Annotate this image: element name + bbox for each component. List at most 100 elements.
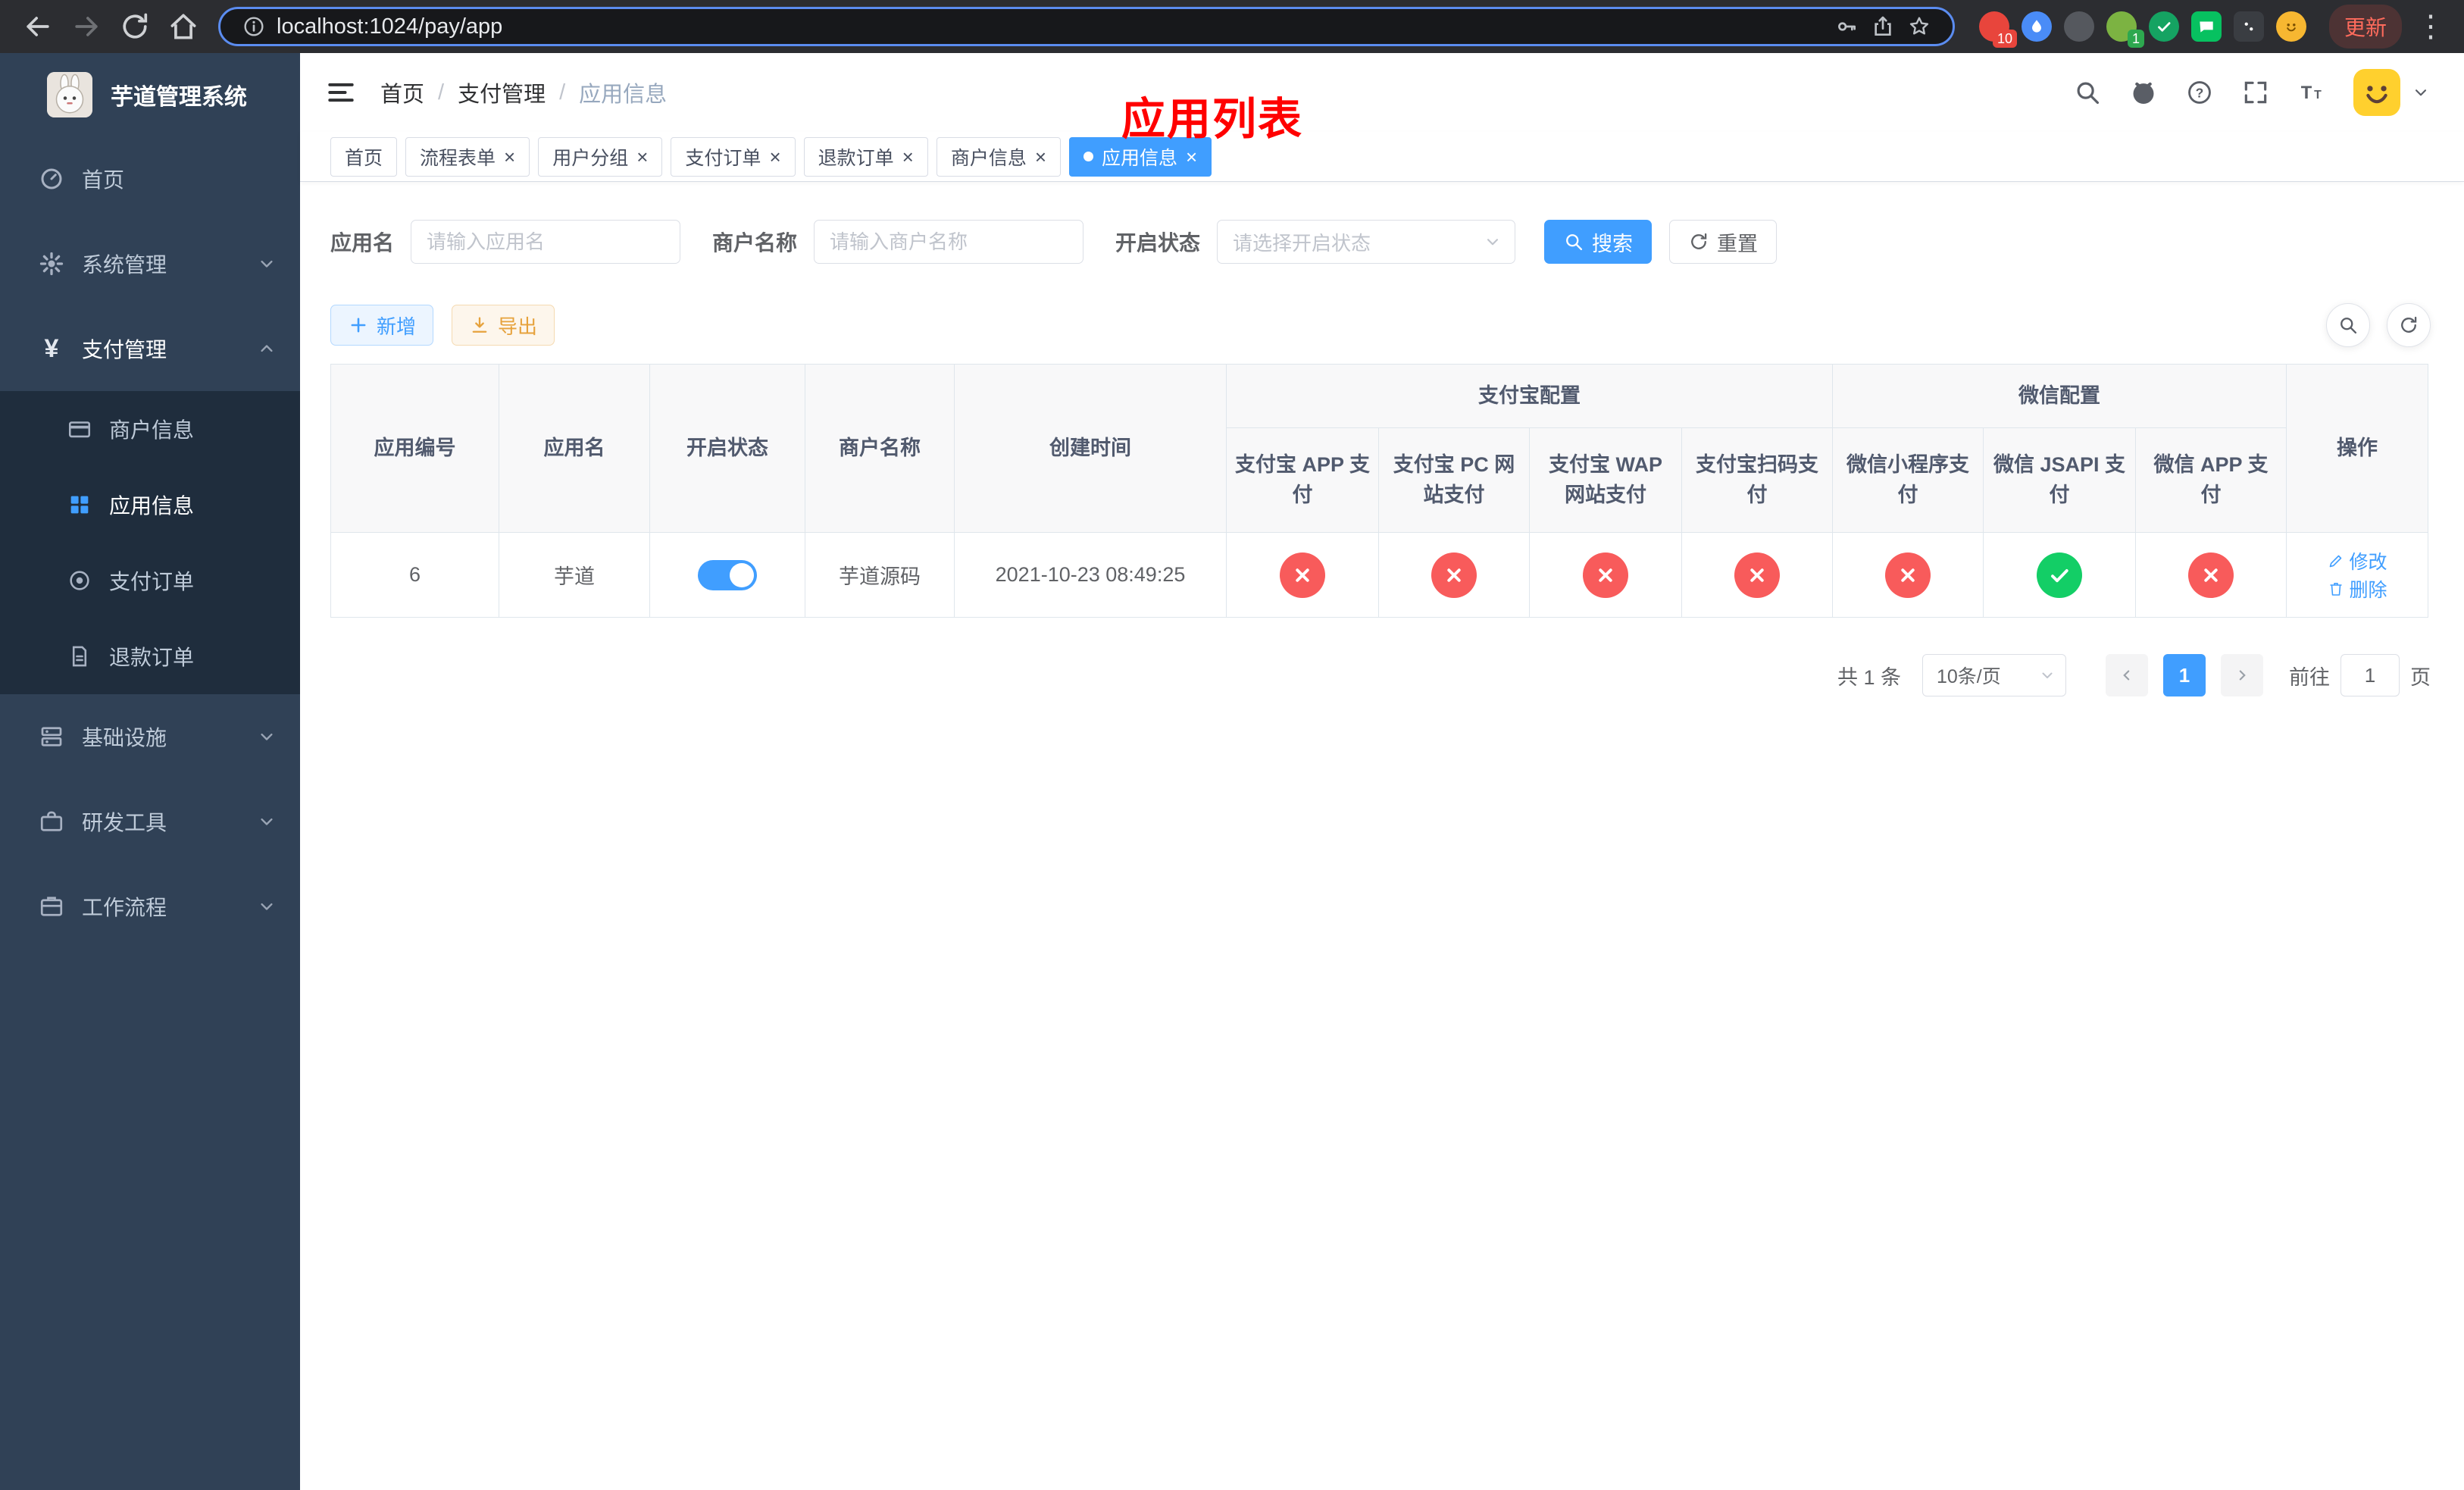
refresh-icon: [1688, 231, 1709, 252]
sidebar-item-app-info[interactable]: 应用信息: [0, 467, 300, 543]
tab-2[interactable]: 用户分组 ×: [538, 136, 663, 177]
close-icon[interactable]: ×: [636, 147, 648, 167]
extension-dark-icon[interactable]: [2063, 11, 2094, 42]
row-actions-cell: 修改 删除: [2286, 532, 2428, 618]
chevron-down-icon[interactable]: [2411, 83, 2431, 102]
tab-4[interactable]: 退款订单 ×: [803, 136, 928, 177]
extension-blue-drop-icon[interactable]: [2021, 11, 2052, 42]
next-page-button[interactable]: [2221, 654, 2263, 696]
browser-forward-icon[interactable]: [70, 10, 103, 43]
sidebar-item-workflow[interactable]: 工作流程: [0, 864, 300, 949]
page-size-select[interactable]: 10条/页: [1922, 654, 2066, 696]
tab-1[interactable]: 流程表单 ×: [405, 136, 530, 177]
extension-green-check-icon[interactable]: [2148, 11, 2179, 42]
page-number-button[interactable]: 1: [2163, 654, 2206, 696]
sidebar-item-label: 商户信息: [109, 418, 195, 442]
extension-red-icon[interactable]: 10: [1978, 11, 2017, 48]
extension-black-pin-icon[interactable]: [2233, 11, 2264, 42]
sidebar-item-infra[interactable]: 基础设施: [0, 694, 300, 779]
sidebar-submenu: 商户信息应用信息支付订单 退款订单: [0, 391, 300, 694]
extension-badge: 10: [1992, 30, 2017, 48]
goto-page-input[interactable]: [2340, 654, 2400, 696]
github-icon[interactable]: [2129, 78, 2158, 107]
status-toggle[interactable]: [698, 559, 757, 590]
table-tools: [2309, 303, 2431, 347]
sidebar-item-refund-order[interactable]: 退款订单: [0, 618, 300, 694]
fullscreen-icon[interactable]: [2241, 78, 2270, 107]
help-icon[interactable]: ?: [2185, 78, 2214, 107]
user-avatar[interactable]: [2353, 69, 2400, 116]
sidebar-item-dev-tools[interactable]: 研发工具: [0, 779, 300, 864]
tabs-bar: 首页 流程表单 × 用户分组 × 支付订单 × 退款订单 × 商户信息 × 应用信息 ×: [300, 132, 2464, 182]
merchant-name-input[interactable]: [814, 220, 1084, 264]
channel-cell-4: [1832, 532, 1984, 618]
edit-link[interactable]: 修改: [2327, 547, 2387, 574]
cross-circle-icon: [1734, 552, 1780, 598]
search-icon[interactable]: [2073, 78, 2102, 107]
add-button[interactable]: 新增: [330, 305, 434, 346]
close-icon[interactable]: ×: [769, 147, 780, 167]
url-text[interactable]: localhost:1024/pay/app: [277, 14, 1828, 39]
sidebar-item-label: 应用信息: [109, 494, 195, 518]
close-icon[interactable]: ×: [504, 147, 515, 167]
hamburger-icon[interactable]: [324, 76, 358, 109]
alipay-group-header: 支付宝配置: [1226, 364, 1833, 428]
sidebar-item-payment[interactable]: ¥ 支付管理: [0, 306, 300, 391]
export-button[interactable]: 导出: [452, 305, 555, 346]
tab-3[interactable]: 支付订单 ×: [671, 136, 796, 177]
alipay-column-header-1: 支付宝 PC 网站支付: [1378, 427, 1530, 533]
prev-page-button[interactable]: [2106, 654, 2148, 696]
delete-icon: [2327, 580, 2345, 598]
tab-0[interactable]: 首页: [330, 136, 398, 177]
breadcrumb-payment[interactable]: 支付管理: [458, 77, 546, 108]
grid-icon: [67, 492, 92, 518]
sidebar-item-system[interactable]: 系统管理: [0, 221, 300, 306]
sidebar-item-label: 首页: [82, 168, 125, 192]
toggle-search-button[interactable]: [2326, 303, 2370, 347]
alipay-column-header-0: 支付宝 APP 支付: [1226, 427, 1379, 533]
close-icon[interactable]: ×: [902, 147, 914, 167]
status-select[interactable]: 请选择开启状态: [1217, 220, 1516, 264]
app-name-input[interactable]: [411, 220, 681, 264]
password-key-icon[interactable]: [1834, 14, 1859, 39]
plus-icon: [348, 315, 369, 336]
goto-label: 前往: [2289, 665, 2330, 689]
chevron-down-icon: [2038, 666, 2056, 684]
wechat-group-header: 微信配置: [1832, 364, 2287, 428]
refresh-table-button[interactable]: [2387, 303, 2431, 347]
logo[interactable]: 芋道管理系统: [0, 53, 300, 136]
header: 首页 / 支付管理 / 应用信息 ? TT: [300, 53, 2464, 132]
delete-link[interactable]: 删除: [2327, 575, 2387, 603]
browser-home-icon[interactable]: [167, 10, 200, 43]
sidebar-item-merchant-info[interactable]: 商户信息: [0, 391, 300, 467]
font-size-icon[interactable]: TT: [2297, 78, 2326, 107]
site-info-icon[interactable]: [242, 14, 266, 39]
extension-green-chat-icon[interactable]: [2190, 11, 2222, 42]
active-tab-dot-icon: [1083, 152, 1094, 161]
cross-circle-icon: [1431, 552, 1477, 598]
breadcrumb-home[interactable]: 首页: [380, 77, 424, 108]
browser-refresh-icon[interactable]: [118, 10, 152, 43]
alipay-column-header-2: 支付宝 WAP 网站支付: [1529, 427, 1682, 533]
browser-update-button[interactable]: 更新: [2328, 5, 2402, 49]
browser-back-icon[interactable]: [21, 10, 55, 43]
share-icon[interactable]: [1871, 14, 1895, 39]
sidebar-item-home[interactable]: 首页: [0, 136, 300, 221]
row-created-cell: 2021-10-23 08:49:25: [954, 532, 1227, 618]
extension-emoji-face-icon[interactable]: [2275, 11, 2306, 42]
tab-5[interactable]: 商户信息 ×: [936, 136, 1062, 177]
close-icon[interactable]: ×: [1186, 147, 1197, 167]
bookmark-star-icon[interactable]: [1907, 14, 1931, 39]
browser-menu-kebab-icon[interactable]: ⋮: [2416, 11, 2446, 42]
close-icon[interactable]: ×: [1035, 147, 1046, 167]
search-button[interactable]: 搜索: [1544, 220, 1653, 264]
extension-colorful-icon[interactable]: 1: [2106, 11, 2144, 48]
refund-icon: [67, 643, 92, 669]
sidebar-item-label: 支付管理: [82, 338, 167, 362]
sidebar-item-label: 工作流程: [82, 896, 167, 919]
column-header-0: 应用编号: [330, 364, 499, 533]
sidebar-item-pay-order[interactable]: 支付订单: [0, 543, 300, 618]
url-bar[interactable]: localhost:1024/pay/app: [218, 7, 1955, 46]
sidebar-menu: 首页系统管理 ¥ 支付管理商户信息应用信息支付订单 退款订单 基础设施 研发工具工作流程: [0, 136, 300, 949]
reset-button[interactable]: 重置: [1669, 220, 1778, 264]
